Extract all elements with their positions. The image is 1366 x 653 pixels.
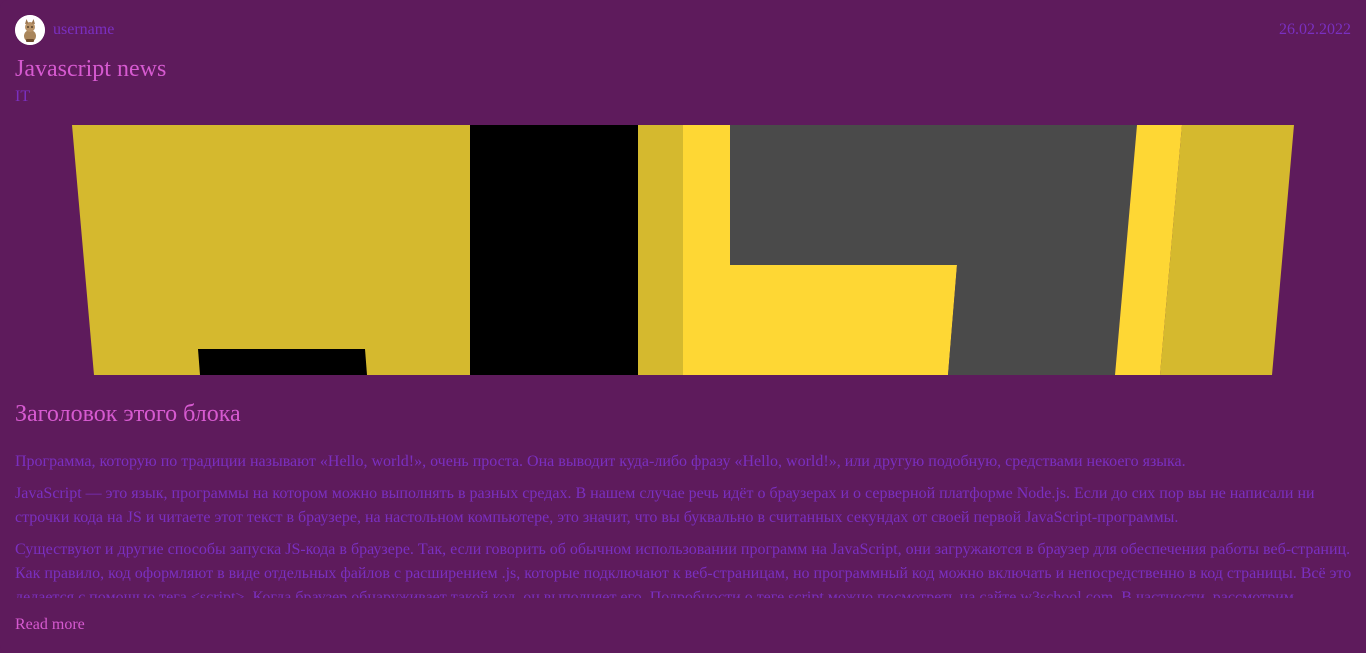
banner-yellow-right bbox=[1160, 125, 1294, 375]
cat-avatar-icon bbox=[15, 15, 45, 45]
post-body: Программа, которую по традиции называют … bbox=[15, 450, 1352, 598]
paragraph: Программа, которую по традиции называют … bbox=[15, 453, 1186, 470]
post-card: username 26.02.2022 Javascript news IT З… bbox=[0, 0, 1366, 653]
post-header: username 26.02.2022 bbox=[15, 15, 1351, 45]
post-date: 26.02.2022 bbox=[1279, 21, 1351, 38]
banner-black-notch bbox=[198, 349, 367, 375]
paragraph: Существуют и другие способы запуска JS-к… bbox=[15, 541, 1352, 598]
post-title: Javascript news bbox=[15, 56, 167, 82]
avatar[interactable] bbox=[15, 15, 45, 45]
banner-yellow-left bbox=[72, 125, 470, 375]
post-banner-image bbox=[72, 125, 1294, 375]
username[interactable]: username bbox=[53, 21, 114, 39]
read-more-link[interactable]: Read more bbox=[15, 615, 85, 635]
banner-yellow-strip bbox=[638, 125, 683, 375]
paragraph: JavaScript — это язык, программы на кото… bbox=[15, 485, 1315, 526]
banner-black-column bbox=[470, 125, 638, 375]
author[interactable]: username bbox=[15, 15, 114, 45]
post-category[interactable]: IT bbox=[15, 87, 30, 107]
block-heading: Заголовок этого блока bbox=[15, 401, 241, 427]
